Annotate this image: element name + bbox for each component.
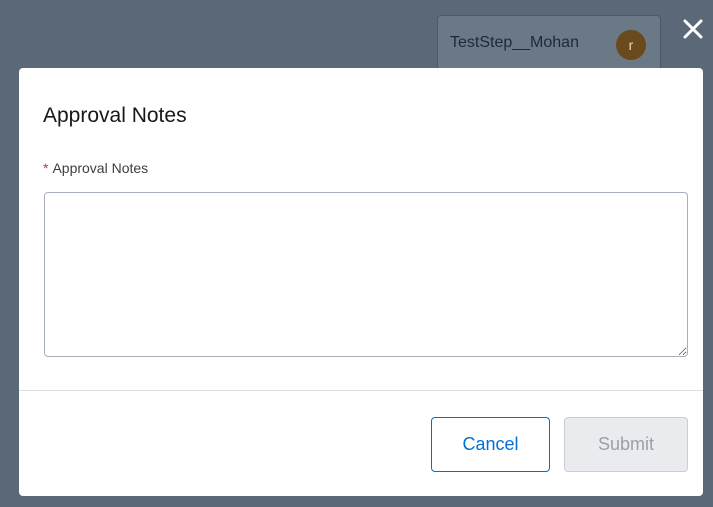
modal-title: Approval Notes [43,104,187,127]
user-chip-label: TestStep__Mohan [450,34,579,51]
submit-button[interactable]: Submit [564,417,688,472]
cancel-button[interactable]: Cancel [431,417,550,472]
approval-notes-textarea[interactable] [44,192,688,357]
required-marker: * [43,160,49,176]
field-label-text: Approval Notes [52,160,149,176]
user-chip: TestStep__Mohan r [437,15,661,75]
close-icon [683,19,703,39]
field-label: * Approval Notes [43,160,148,176]
avatar: r [616,30,646,60]
close-button[interactable] [680,14,706,44]
footer-divider [19,390,703,391]
approval-notes-modal: Approval Notes * Approval Notes Cancel Su… [19,68,703,496]
